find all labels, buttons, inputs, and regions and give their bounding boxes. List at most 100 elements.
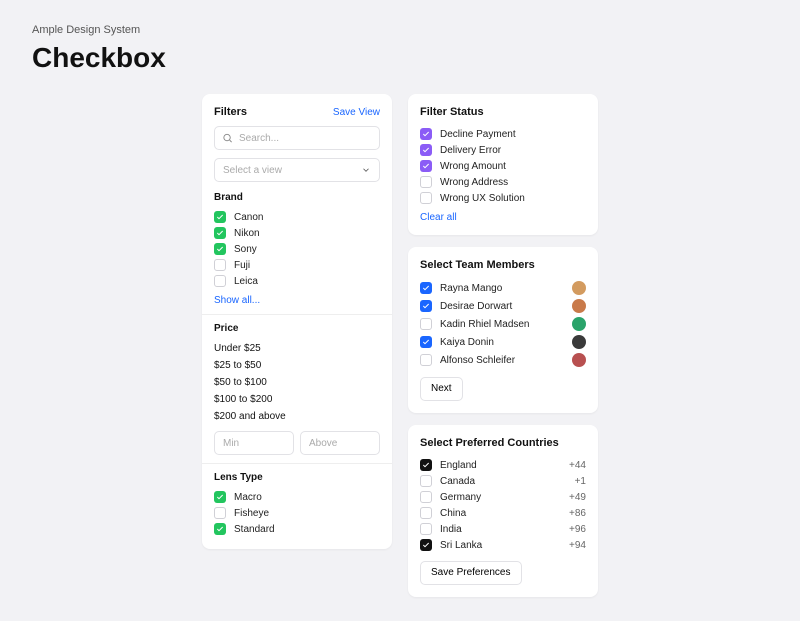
checkbox-label: Sony xyxy=(234,244,257,255)
checkbox[interactable] xyxy=(420,144,432,156)
avatar xyxy=(572,353,586,367)
checkbox-row[interactable]: Wrong Address xyxy=(420,174,586,190)
search-icon xyxy=(222,133,233,144)
checkbox-row[interactable]: Decline Payment xyxy=(420,126,586,142)
checkbox[interactable] xyxy=(420,300,432,312)
checkbox[interactable] xyxy=(214,275,226,287)
dial-code: +1 xyxy=(575,476,586,487)
team-row[interactable]: Kadin Rhiel Madsen xyxy=(420,315,586,333)
price-range-row[interactable]: Under $25 xyxy=(214,340,380,357)
country-row[interactable]: Germany+49 xyxy=(420,489,586,505)
checkbox-label: Desirae Dorwart xyxy=(440,301,564,312)
checkbox[interactable] xyxy=(420,318,432,330)
checkbox[interactable] xyxy=(420,475,432,487)
checkbox-label: Macro xyxy=(234,492,262,503)
filters-title: Filters xyxy=(214,106,247,118)
checkbox-label: Wrong Amount xyxy=(440,161,506,172)
checkbox-label: Fuji xyxy=(234,260,250,271)
checkbox-label: Decline Payment xyxy=(440,129,516,140)
checkbox-row[interactable]: Wrong UX Solution xyxy=(420,190,586,206)
price-min-input[interactable] xyxy=(214,431,294,455)
brand-label: Brand xyxy=(214,192,380,203)
checkbox-row[interactable]: Sony xyxy=(214,241,380,257)
team-row[interactable]: Desirae Dorwart xyxy=(420,297,586,315)
checkbox[interactable] xyxy=(420,539,432,551)
view-select[interactable]: Select a view xyxy=(214,158,380,182)
checkbox[interactable] xyxy=(420,507,432,519)
checkbox-row[interactable]: Leica xyxy=(214,273,380,289)
avatar xyxy=(572,317,586,331)
checkbox[interactable] xyxy=(214,227,226,239)
checkbox[interactable] xyxy=(420,176,432,188)
team-row[interactable]: Rayna Mango xyxy=(420,279,586,297)
country-row[interactable]: Canada +1 xyxy=(420,473,586,489)
country-row[interactable]: England+44 xyxy=(420,457,586,473)
filter-status-card: Filter Status Decline PaymentDelivery Er… xyxy=(408,94,598,235)
price-range-row[interactable]: $200 and above xyxy=(214,408,380,425)
checkbox-row[interactable]: Standard xyxy=(214,521,380,537)
checkbox-label: Wrong Address xyxy=(440,177,508,188)
checkbox-row[interactable]: Delivery Error xyxy=(420,142,586,158)
countries-title: Select Preferred Countries xyxy=(420,437,586,449)
checkbox[interactable] xyxy=(420,192,432,204)
price-label: Price xyxy=(214,323,380,334)
checkbox-label: Rayna Mango xyxy=(440,283,564,294)
eyebrow: Ample Design System xyxy=(32,24,768,36)
avatar xyxy=(572,335,586,349)
dial-code: +49 xyxy=(569,492,586,503)
checkbox[interactable] xyxy=(420,282,432,294)
save-preferences-button[interactable]: Save Preferences xyxy=(420,561,522,585)
dial-code: +86 xyxy=(569,508,586,519)
checkbox[interactable] xyxy=(214,259,226,271)
checkbox-row[interactable]: Macro xyxy=(214,489,380,505)
checkbox-row[interactable]: Fuji xyxy=(214,257,380,273)
checkbox[interactable] xyxy=(420,354,432,366)
price-above-input[interactable] xyxy=(300,431,380,455)
checkbox-label: Canada xyxy=(440,476,567,487)
view-select-placeholder: Select a view xyxy=(223,165,282,176)
checkbox-label: Kaiya Donin xyxy=(440,337,564,348)
checkbox[interactable] xyxy=(214,523,226,535)
country-row[interactable]: India+96 xyxy=(420,521,586,537)
team-row[interactable]: Kaiya Donin xyxy=(420,333,586,351)
clear-all-link[interactable]: Clear all xyxy=(420,212,457,223)
checkbox[interactable] xyxy=(214,211,226,223)
checkbox-label: Sri Lanka xyxy=(440,540,561,551)
checkbox-label: Alfonso Schleifer xyxy=(440,355,564,366)
price-range-row[interactable]: $50 to $100 xyxy=(214,374,380,391)
checkbox-label: Delivery Error xyxy=(440,145,501,156)
team-title: Select Team Members xyxy=(420,259,586,271)
checkbox-label: Standard xyxy=(234,524,275,535)
checkbox-label: China xyxy=(440,508,561,519)
price-range-row[interactable]: $25 to $50 xyxy=(214,357,380,374)
checkbox-row[interactable]: Fisheye xyxy=(214,505,380,521)
save-view-link[interactable]: Save View xyxy=(333,107,380,118)
price-range-row[interactable]: $100 to $200 xyxy=(214,391,380,408)
checkbox[interactable] xyxy=(214,507,226,519)
checkbox[interactable] xyxy=(420,491,432,503)
checkbox[interactable] xyxy=(214,491,226,503)
divider xyxy=(202,314,392,315)
countries-card: Select Preferred Countries England+44Can… xyxy=(408,425,598,597)
checkbox[interactable] xyxy=(214,243,226,255)
checkbox-row[interactable]: Nikon xyxy=(214,225,380,241)
next-button[interactable]: Next xyxy=(420,377,463,401)
brand-show-all[interactable]: Show all... xyxy=(214,295,380,306)
checkbox[interactable] xyxy=(420,128,432,140)
avatar xyxy=(572,299,586,313)
checkbox[interactable] xyxy=(420,459,432,471)
checkbox-label: Leica xyxy=(234,276,258,287)
checkbox-label: Kadin Rhiel Madsen xyxy=(440,319,564,330)
search-input[interactable] xyxy=(214,126,380,150)
team-row[interactable]: Alfonso Schleifer xyxy=(420,351,586,369)
team-card: Select Team Members Rayna Mango Desirae D… xyxy=(408,247,598,413)
checkbox-row[interactable]: Wrong Amount xyxy=(420,158,586,174)
checkbox-row[interactable]: Canon xyxy=(214,209,380,225)
checkbox[interactable] xyxy=(420,523,432,535)
checkbox[interactable] xyxy=(420,336,432,348)
page-title: Checkbox xyxy=(32,42,768,74)
checkbox[interactable] xyxy=(420,160,432,172)
country-row[interactable]: China +86 xyxy=(420,505,586,521)
country-row[interactable]: Sri Lanka+94 xyxy=(420,537,586,553)
checkbox-label: Fisheye xyxy=(234,508,269,519)
